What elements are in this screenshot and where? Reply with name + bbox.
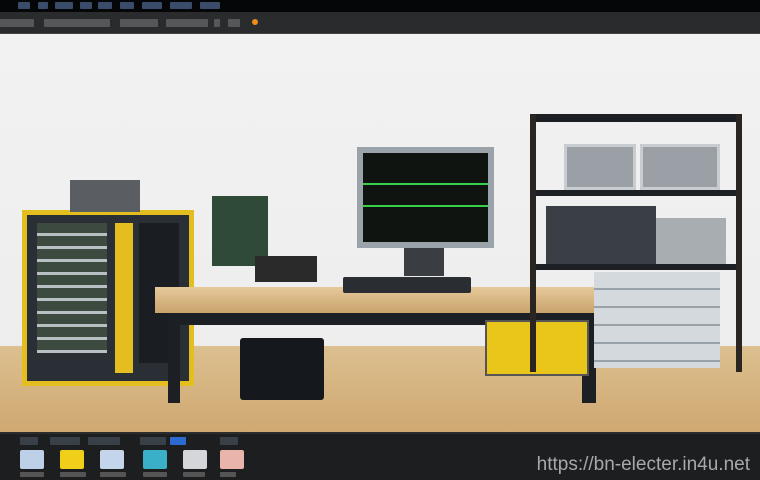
toolbar-button[interactable] <box>228 19 240 27</box>
panel-button-active[interactable] <box>170 437 186 445</box>
shelf-board <box>536 114 736 122</box>
rack-post <box>115 223 133 373</box>
image-tile-gray[interactable] <box>183 450 207 469</box>
drawer-cabinet <box>594 272 720 368</box>
bottom-panel: https://bn-electer.in4u.net <box>0 432 760 480</box>
image-tile-pink[interactable] <box>220 450 244 469</box>
image-tile-cyan[interactable] <box>143 450 167 469</box>
monitor-stand <box>404 248 444 276</box>
panel-button[interactable] <box>50 437 80 445</box>
workbench-photo <box>0 34 760 432</box>
menu-item[interactable] <box>120 2 134 9</box>
signal-trace <box>363 183 488 185</box>
monitor <box>357 147 494 248</box>
panel-button[interactable] <box>88 437 120 445</box>
menu-item[interactable] <box>80 2 92 9</box>
watermark-url: https://bn-electer.in4u.net <box>536 454 750 475</box>
toolbar-dropdown[interactable] <box>120 19 158 27</box>
tile-label <box>183 472 205 477</box>
tile-label <box>100 472 126 477</box>
menu-item[interactable] <box>142 2 162 9</box>
instrument <box>546 206 656 264</box>
device <box>255 256 317 282</box>
black-case <box>240 338 324 400</box>
panel-button[interactable] <box>20 437 38 445</box>
shelf-board <box>536 264 736 270</box>
image-tile-lightblue[interactable] <box>100 450 124 469</box>
tile-label <box>220 472 236 477</box>
top-device <box>70 180 140 212</box>
toolbar-button[interactable] <box>214 19 220 27</box>
menu-item[interactable] <box>98 2 112 9</box>
record-indicator-icon <box>252 19 258 25</box>
small-monitor <box>640 144 720 190</box>
panel-button[interactable] <box>220 437 238 445</box>
image-tile-yellow[interactable] <box>60 450 84 469</box>
signal-trace <box>363 205 488 207</box>
shelf-board <box>536 190 736 196</box>
keyboard <box>343 277 471 293</box>
toolbar <box>0 12 760 34</box>
toolbar-dropdown[interactable] <box>44 19 110 27</box>
metal-shelf <box>530 114 742 372</box>
menu-item[interactable] <box>55 2 73 9</box>
small-monitor <box>564 144 636 190</box>
tile-label <box>60 472 86 477</box>
menu-item[interactable] <box>38 2 48 9</box>
microwave-device <box>656 218 726 264</box>
circuit-boards <box>37 223 107 353</box>
oscilloscope-screen <box>363 153 488 242</box>
tile-label <box>143 472 167 477</box>
menu-item[interactable] <box>200 2 220 9</box>
toolbar-button[interactable] <box>0 19 34 27</box>
panel-button[interactable] <box>140 437 166 445</box>
image-tile-blue[interactable] <box>20 450 44 469</box>
tile-label <box>20 472 44 477</box>
menu-bar <box>0 0 760 12</box>
menu-item[interactable] <box>18 2 30 9</box>
toolbar-button[interactable] <box>166 19 208 27</box>
desk-leg <box>168 313 180 403</box>
menu-item[interactable] <box>170 2 192 9</box>
